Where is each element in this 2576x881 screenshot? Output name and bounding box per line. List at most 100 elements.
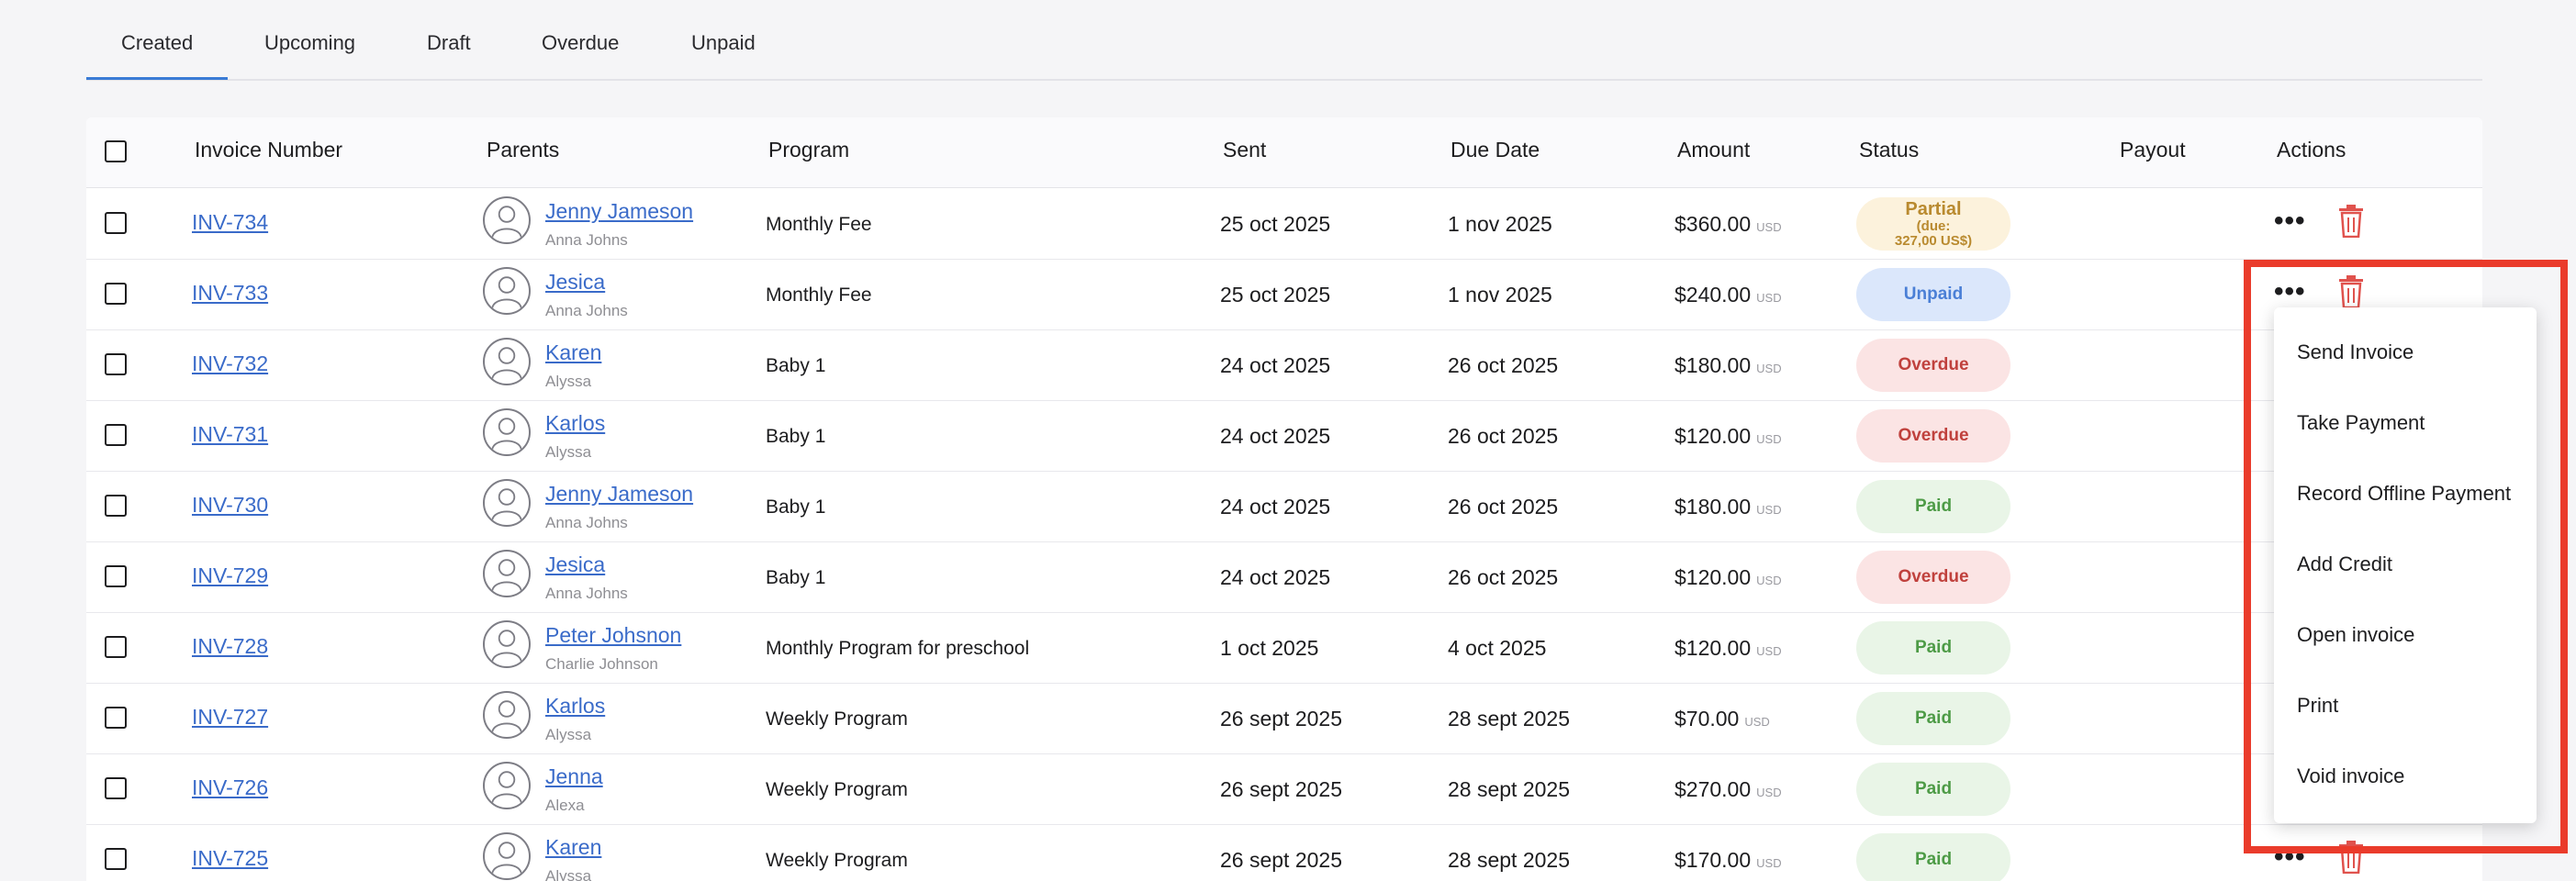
invoice-table: Invoice Number Parents Program Sent Due …: [86, 117, 2482, 881]
amount-number: $70.00: [1674, 707, 1740, 730]
active-tab-indicator: [86, 77, 228, 80]
column-header-invoice-number[interactable]: Invoice Number: [195, 138, 342, 162]
program-name: Weekly Program: [766, 779, 908, 800]
status-badge: Overdue: [1856, 339, 2010, 392]
amount-value: $180.00 USD: [1674, 353, 1782, 378]
menu-item-print[interactable]: Print: [2297, 694, 2338, 718]
child-name: Alexa: [545, 797, 585, 814]
tab-created[interactable]: Created: [121, 31, 193, 55]
sent-date: 24 oct 2025: [1220, 424, 1331, 448]
parent-name-link[interactable]: Jesica: [545, 270, 605, 295]
program-name: Monthly Fee: [766, 284, 872, 306]
due-date: 28 sept 2025: [1448, 777, 1571, 801]
invoice-number-link[interactable]: INV-729: [192, 563, 268, 588]
table-row: INV-729 Jesica Anna Johns Baby 1 24 oct 2025…: [86, 542, 2482, 613]
menu-item-take-payment[interactable]: Take Payment: [2297, 411, 2425, 435]
sent-date: 26 sept 2025: [1220, 848, 1343, 872]
status-badge: Paid: [1856, 621, 2010, 675]
amount-number: $120.00: [1674, 565, 1752, 589]
amount-value: $360.00 USD: [1674, 212, 1782, 237]
row-checkbox[interactable]: [105, 707, 127, 729]
row-checkbox[interactable]: [105, 848, 127, 870]
invoice-number-link[interactable]: INV-732: [192, 351, 268, 376]
row-checkbox[interactable]: [105, 424, 127, 446]
child-name: Alyssa: [545, 867, 592, 881]
menu-item-add-credit[interactable]: Add Credit: [2297, 552, 2392, 576]
currency-label: USD: [1756, 786, 1782, 799]
currency-label: USD: [1756, 362, 1782, 375]
column-header-actions: Actions: [2277, 138, 2346, 162]
invoice-number-link[interactable]: INV-734: [192, 210, 268, 235]
more-horizontal-icon[interactable]: •••: [2274, 278, 2306, 306]
parent-name-link[interactable]: Karen: [545, 340, 601, 365]
parent-name-link[interactable]: Jenny Jameson: [545, 199, 693, 224]
tab-overdue[interactable]: Overdue: [542, 31, 619, 55]
more-horizontal-icon[interactable]: •••: [2274, 207, 2306, 235]
tab-unpaid[interactable]: Unpaid: [691, 31, 756, 55]
table-row: INV-731 Karlos Alyssa Baby 1 24 oct 2025 26 o…: [86, 401, 2482, 472]
tab-upcoming[interactable]: Upcoming: [264, 31, 355, 55]
row-checkbox[interactable]: [105, 212, 127, 234]
currency-label: USD: [1756, 432, 1782, 446]
column-header-sent[interactable]: Sent: [1223, 138, 1266, 162]
invoice-number-link[interactable]: INV-727: [192, 705, 268, 730]
parent-name-link[interactable]: Jesica: [545, 552, 605, 577]
menu-item-open-invoice[interactable]: Open invoice: [2297, 623, 2414, 647]
trash-icon[interactable]: [2338, 841, 2364, 874]
due-date: 26 oct 2025: [1448, 353, 1559, 377]
invoice-number-link[interactable]: INV-730: [192, 493, 268, 518]
child-name: Charlie Johnson: [545, 655, 658, 673]
tab-draft[interactable]: Draft: [427, 31, 471, 55]
menu-item-record-offline-payment[interactable]: Record Offline Payment: [2297, 482, 2511, 506]
column-header-parents[interactable]: Parents: [487, 138, 559, 162]
amount-number: $120.00: [1674, 424, 1752, 448]
child-name: Anna Johns: [545, 514, 628, 531]
column-header-amount[interactable]: Amount: [1677, 138, 1750, 162]
invoice-number-link[interactable]: INV-728: [192, 634, 268, 659]
currency-label: USD: [1756, 644, 1782, 658]
row-checkbox[interactable]: [105, 283, 127, 305]
invoice-number-link[interactable]: INV-733: [192, 281, 268, 306]
status-badge: Paid: [1856, 480, 2010, 533]
invoice-number-link[interactable]: INV-725: [192, 846, 268, 871]
invoice-number-link[interactable]: INV-731: [192, 422, 268, 447]
select-all-checkbox[interactable]: [105, 140, 127, 162]
amount-value: $120.00 USD: [1674, 636, 1782, 661]
child-name: Anna Johns: [545, 302, 628, 319]
user-avatar-icon: [483, 479, 531, 527]
row-checkbox[interactable]: [105, 495, 127, 517]
row-checkbox[interactable]: [105, 353, 127, 375]
row-checkbox[interactable]: [105, 565, 127, 587]
invoice-number-link[interactable]: INV-726: [192, 775, 268, 800]
parent-name-link[interactable]: Karlos: [545, 411, 605, 436]
row-checkbox[interactable]: [105, 636, 127, 658]
invoice-tabs: Created Upcoming Draft Overdue Unpaid: [86, 0, 2482, 81]
table-header: Invoice Number Parents Program Sent Due …: [86, 117, 2482, 188]
parent-name-link[interactable]: Karen: [545, 835, 601, 860]
parent-name-link[interactable]: Karlos: [545, 694, 605, 719]
more-horizontal-icon[interactable]: •••: [2274, 843, 2306, 871]
program-name: Weekly Program: [766, 850, 908, 871]
column-header-payout[interactable]: Payout: [2120, 138, 2186, 162]
row-checkbox[interactable]: [105, 777, 127, 799]
menu-item-send-invoice[interactable]: Send Invoice: [2297, 340, 2414, 364]
status-badge: Partial (due: 327,00 US$): [1856, 197, 2010, 251]
program-name: Baby 1: [766, 426, 826, 447]
amount-number: $360.00: [1674, 212, 1752, 236]
trash-icon[interactable]: [2338, 205, 2364, 238]
parent-name-link[interactable]: Peter Johsnon: [545, 623, 681, 648]
menu-item-void-invoice[interactable]: Void invoice: [2297, 764, 2404, 788]
table-row: INV-728 Peter Johsnon Charlie Johnson Month…: [86, 613, 2482, 684]
parent-name-link[interactable]: Jenna: [545, 764, 603, 789]
parent-name-link[interactable]: Jenny Jameson: [545, 482, 693, 507]
table-row: INV-733 Jesica Anna Johns Monthly Fee 25 oct…: [86, 260, 2482, 330]
status-label: Partial: [1905, 198, 1962, 219]
user-avatar-icon: [483, 267, 531, 315]
trash-icon[interactable]: [2338, 275, 2364, 308]
column-header-status[interactable]: Status: [1859, 138, 1919, 162]
column-header-program[interactable]: Program: [768, 138, 849, 162]
status-badge: Paid: [1856, 833, 2010, 881]
due-date: 26 oct 2025: [1448, 424, 1559, 448]
column-header-due-date[interactable]: Due Date: [1450, 138, 1540, 162]
amount-number: $170.00: [1674, 848, 1752, 872]
